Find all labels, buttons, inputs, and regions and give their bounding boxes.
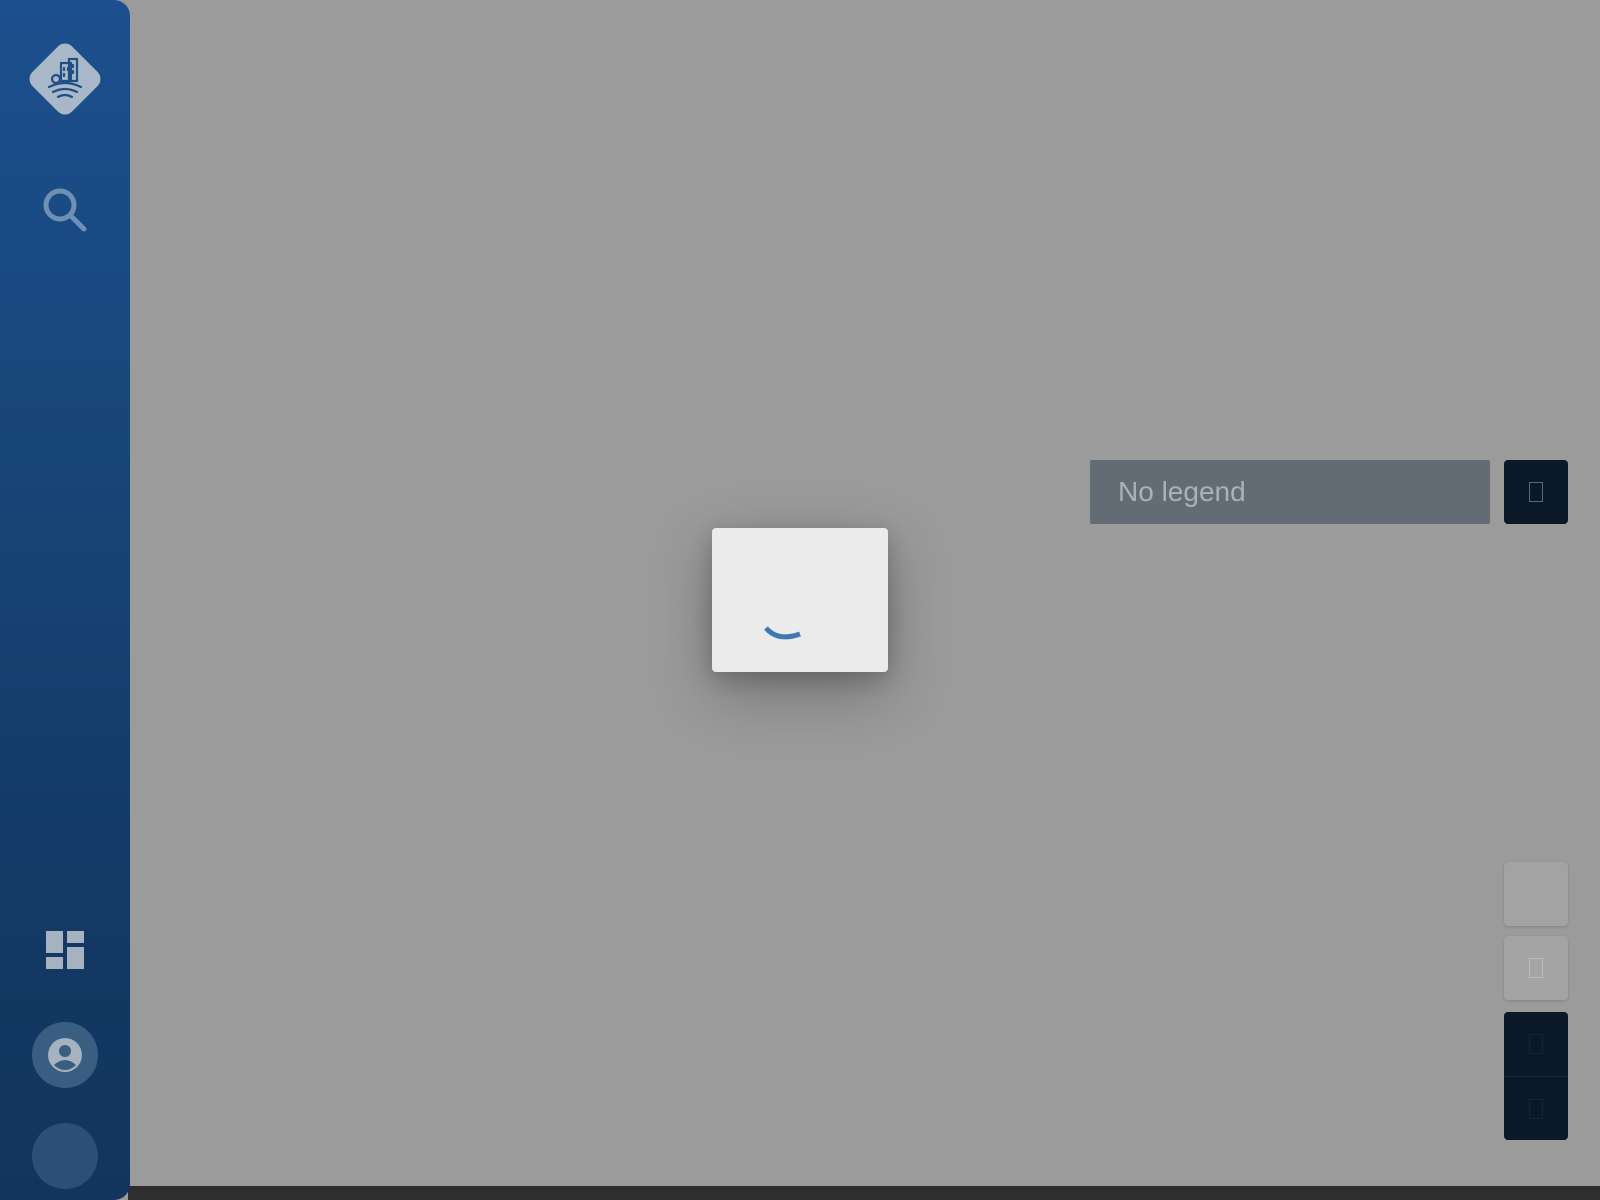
map-control-2[interactable]: [1504, 936, 1568, 1000]
map-control-4-icon: [1529, 1098, 1543, 1119]
account-circle-icon: [48, 1038, 82, 1072]
account-button[interactable]: [32, 1022, 98, 1088]
legend-label: No legend: [1118, 476, 1246, 507]
avatar[interactable]: [32, 1123, 98, 1189]
app-logo[interactable]: [25, 39, 105, 119]
legend-panel: No legend: [1090, 460, 1490, 524]
bottom-bar: [128, 1186, 1600, 1200]
search-icon: [43, 188, 87, 232]
loading-spinner-icon: [764, 626, 801, 640]
map-control-4[interactable]: [1504, 1076, 1568, 1140]
search-button[interactable]: [30, 175, 100, 245]
map-control-2-icon: [1529, 958, 1543, 978]
dashboard-button[interactable]: [30, 915, 100, 985]
map-control-3[interactable]: [1504, 1012, 1568, 1076]
city-wifi-logo-icon: [47, 57, 83, 99]
map-control-1[interactable]: [1504, 862, 1568, 926]
map-control-3-icon: [1529, 1034, 1543, 1054]
legend-toggle-button[interactable]: [1504, 460, 1568, 524]
dashboard-icon: [46, 931, 84, 969]
sidebar: [0, 0, 130, 1200]
legend-toggle-icon: [1529, 482, 1543, 502]
loading-dialog: [712, 528, 888, 672]
